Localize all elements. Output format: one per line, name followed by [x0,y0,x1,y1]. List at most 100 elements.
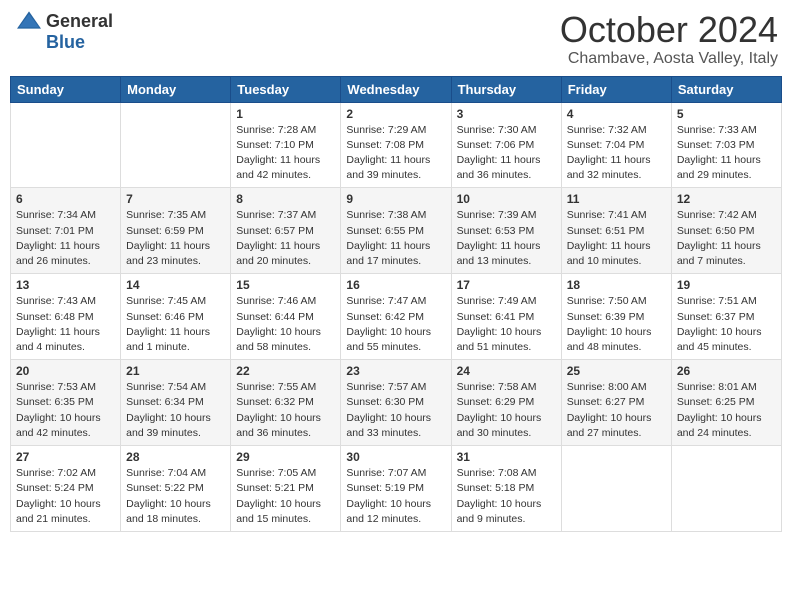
day-header-sunday: Sunday [11,76,121,102]
day-info: Sunrise: 7:55 AM Sunset: 6:32 PM Dayligh… [236,380,335,441]
calendar-cell: 17 Sunrise: 7:49 AM Sunset: 6:41 PM Dayli… [451,274,561,360]
calendar-cell: 3 Sunrise: 7:30 AM Sunset: 7:06 PM Daylig… [451,102,561,188]
day-info: Sunrise: 8:01 AM Sunset: 6:25 PM Dayligh… [677,380,776,441]
day-number: 10 [457,192,556,206]
calendar-week-row: 13 Sunrise: 7:43 AM Sunset: 6:48 PM Dayli… [11,274,782,360]
day-header-friday: Friday [561,76,671,102]
day-number: 14 [126,278,225,292]
day-info: Sunrise: 7:28 AM Sunset: 7:10 PM Dayligh… [236,123,335,184]
month-title: October 2024 [560,10,778,50]
day-info: Sunrise: 7:43 AM Sunset: 6:48 PM Dayligh… [16,294,115,355]
calendar-cell: 28Sunrise: 7:04 AM Sunset: 5:22 PM Dayli… [121,446,231,532]
calendar-cell: 5 Sunrise: 7:33 AM Sunset: 7:03 PM Daylig… [671,102,781,188]
day-info: Sunrise: 7:58 AM Sunset: 6:29 PM Dayligh… [457,380,556,441]
calendar-table: SundayMondayTuesdayWednesdayThursdayFrid… [10,76,782,532]
calendar-cell: 2 Sunrise: 7:29 AM Sunset: 7:08 PM Daylig… [341,102,451,188]
day-header-saturday: Saturday [671,76,781,102]
calendar-cell [561,446,671,532]
day-number: 12 [677,192,776,206]
title-area: October 2024 Chambave, Aosta Valley, Ita… [560,10,778,68]
day-info: Sunrise: 7:32 AM Sunset: 7:04 PM Dayligh… [567,123,666,184]
logo-blue: Blue [46,32,85,53]
day-info: Sunrise: 7:49 AM Sunset: 6:41 PM Dayligh… [457,294,556,355]
calendar-cell: 26 Sunrise: 8:01 AM Sunset: 6:25 PM Dayli… [671,360,781,446]
day-number: 16 [346,278,445,292]
calendar-cell: 12 Sunrise: 7:42 AM Sunset: 6:50 PM Dayli… [671,188,781,274]
day-number: 5 [677,107,776,121]
day-number: 8 [236,192,335,206]
day-number: 13 [16,278,115,292]
day-info: Sunrise: 7:33 AM Sunset: 7:03 PM Dayligh… [677,123,776,184]
calendar-cell [121,102,231,188]
day-info: Sunrise: 7:47 AM Sunset: 6:42 PM Dayligh… [346,294,445,355]
calendar-cell: 21Sunrise: 7:54 AM Sunset: 6:34 PM Dayli… [121,360,231,446]
calendar-cell: 9 Sunrise: 7:38 AM Sunset: 6:55 PM Daylig… [341,188,451,274]
day-info: Sunrise: 7:42 AM Sunset: 6:50 PM Dayligh… [677,208,776,269]
day-info: Sunrise: 7:46 AM Sunset: 6:44 PM Dayligh… [236,294,335,355]
logo: General Blue [14,10,113,53]
day-number: 20 [16,364,115,378]
day-header-tuesday: Tuesday [231,76,341,102]
calendar-cell: 1 Sunrise: 7:28 AM Sunset: 7:10 PM Daylig… [231,102,341,188]
day-number: 28 [126,450,225,464]
logo-icon [14,10,44,30]
day-header-monday: Monday [121,76,231,102]
calendar-cell: 7 Sunrise: 7:35 AM Sunset: 6:59 PM Daylig… [121,188,231,274]
calendar-cell: 8Sunrise: 7:37 AM Sunset: 6:57 PM Daylig… [231,188,341,274]
calendar-cell: 29Sunrise: 7:05 AM Sunset: 5:21 PM Dayli… [231,446,341,532]
day-info: Sunrise: 7:02 AM Sunset: 5:24 PM Dayligh… [16,466,115,527]
calendar-cell: 25 Sunrise: 8:00 AM Sunset: 6:27 PM Dayli… [561,360,671,446]
calendar-cell: 18Sunrise: 7:50 AM Sunset: 6:39 PM Dayli… [561,274,671,360]
day-info: Sunrise: 7:08 AM Sunset: 5:18 PM Dayligh… [457,466,556,527]
day-header-thursday: Thursday [451,76,561,102]
day-info: Sunrise: 7:41 AM Sunset: 6:51 PM Dayligh… [567,208,666,269]
day-number: 22 [236,364,335,378]
day-info: Sunrise: 7:57 AM Sunset: 6:30 PM Dayligh… [346,380,445,441]
page-header: General Blue October 2024 Chambave, Aost… [10,10,782,68]
day-number: 11 [567,192,666,206]
day-number: 15 [236,278,335,292]
day-info: Sunrise: 7:54 AM Sunset: 6:34 PM Dayligh… [126,380,225,441]
calendar-cell: 22 Sunrise: 7:55 AM Sunset: 6:32 PM Dayli… [231,360,341,446]
calendar-cell [671,446,781,532]
calendar-week-row: 1 Sunrise: 7:28 AM Sunset: 7:10 PM Daylig… [11,102,782,188]
day-info: Sunrise: 7:45 AM Sunset: 6:46 PM Dayligh… [126,294,225,355]
calendar-header-row: SundayMondayTuesdayWednesdayThursdayFrid… [11,76,782,102]
day-number: 3 [457,107,556,121]
day-info: Sunrise: 7:51 AM Sunset: 6:37 PM Dayligh… [677,294,776,355]
calendar-cell: 31 Sunrise: 7:08 AM Sunset: 5:18 PM Dayli… [451,446,561,532]
day-info: Sunrise: 7:35 AM Sunset: 6:59 PM Dayligh… [126,208,225,269]
day-number: 25 [567,364,666,378]
location: Chambave, Aosta Valley, Italy [560,50,778,68]
calendar-cell: 24 Sunrise: 7:58 AM Sunset: 6:29 PM Dayli… [451,360,561,446]
calendar-week-row: 6Sunrise: 7:34 AM Sunset: 7:01 PM Daylig… [11,188,782,274]
day-info: Sunrise: 7:05 AM Sunset: 5:21 PM Dayligh… [236,466,335,527]
calendar-cell: 27Sunrise: 7:02 AM Sunset: 5:24 PM Dayli… [11,446,121,532]
day-number: 7 [126,192,225,206]
day-number: 26 [677,364,776,378]
calendar-cell: 15 Sunrise: 7:46 AM Sunset: 6:44 PM Dayli… [231,274,341,360]
calendar-week-row: 27Sunrise: 7:02 AM Sunset: 5:24 PM Dayli… [11,446,782,532]
day-info: Sunrise: 7:30 AM Sunset: 7:06 PM Dayligh… [457,123,556,184]
logo-general: General [46,11,113,32]
day-info: Sunrise: 7:29 AM Sunset: 7:08 PM Dayligh… [346,123,445,184]
calendar-week-row: 20 Sunrise: 7:53 AM Sunset: 6:35 PM Dayli… [11,360,782,446]
day-number: 24 [457,364,556,378]
calendar-cell [11,102,121,188]
calendar-cell: 20 Sunrise: 7:53 AM Sunset: 6:35 PM Dayli… [11,360,121,446]
calendar-cell: 13 Sunrise: 7:43 AM Sunset: 6:48 PM Dayli… [11,274,121,360]
day-number: 2 [346,107,445,121]
calendar-cell: 19Sunrise: 7:51 AM Sunset: 6:37 PM Dayli… [671,274,781,360]
day-info: Sunrise: 7:38 AM Sunset: 6:55 PM Dayligh… [346,208,445,269]
day-number: 23 [346,364,445,378]
calendar-cell: 23 Sunrise: 7:57 AM Sunset: 6:30 PM Dayli… [341,360,451,446]
day-number: 9 [346,192,445,206]
day-info: Sunrise: 7:07 AM Sunset: 5:19 PM Dayligh… [346,466,445,527]
day-number: 31 [457,450,556,464]
day-info: Sunrise: 7:53 AM Sunset: 6:35 PM Dayligh… [16,380,115,441]
calendar-cell: 4Sunrise: 7:32 AM Sunset: 7:04 PM Daylig… [561,102,671,188]
calendar-cell: 10Sunrise: 7:39 AM Sunset: 6:53 PM Dayli… [451,188,561,274]
day-number: 17 [457,278,556,292]
day-number: 1 [236,107,335,121]
day-info: Sunrise: 8:00 AM Sunset: 6:27 PM Dayligh… [567,380,666,441]
